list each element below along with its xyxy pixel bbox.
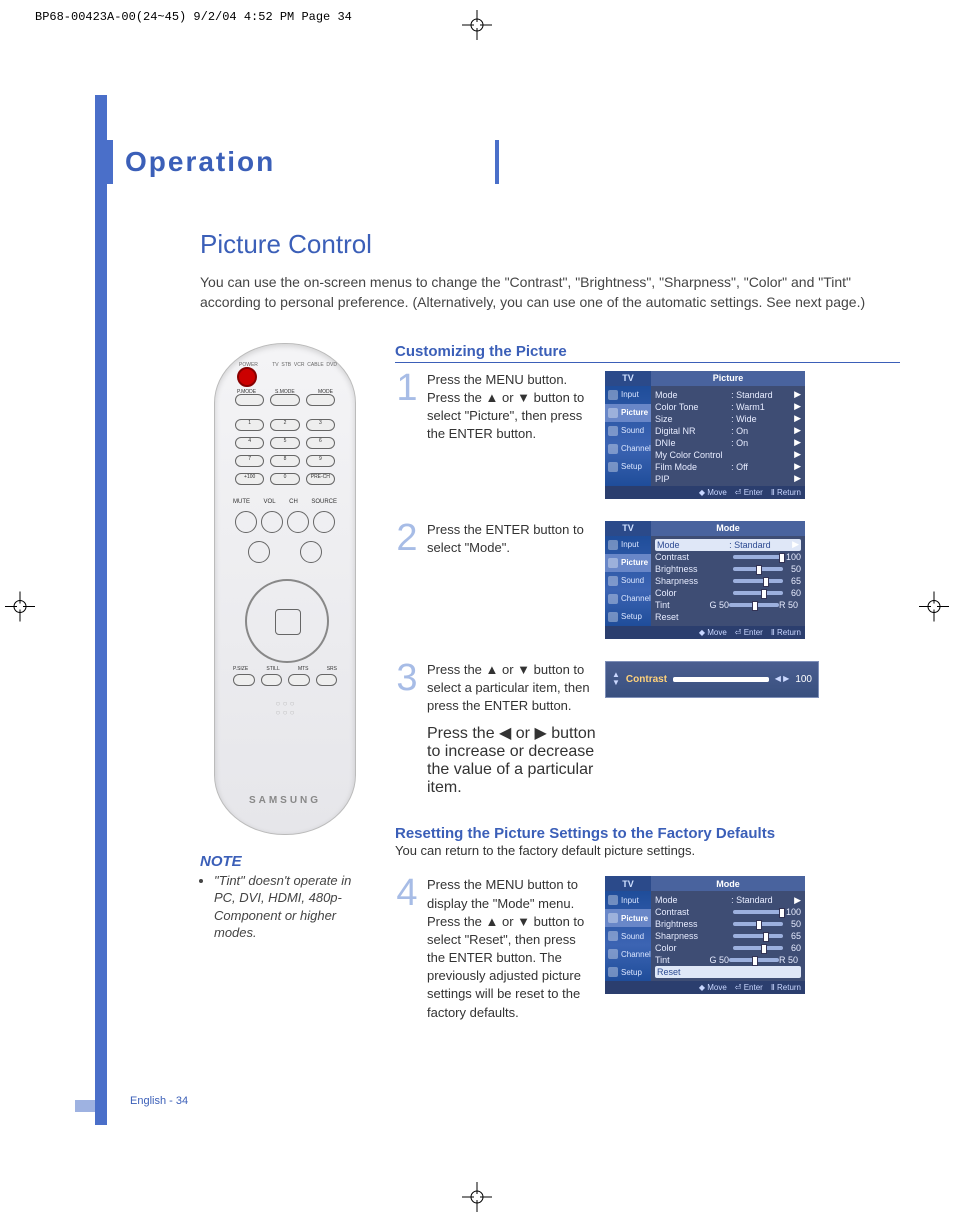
step-number: 1 [395,371,419,405]
remote-column: TV STB VCR CABLE DVD POWER P.MODE S.MODE… [200,343,370,1044]
reset-intro: You can return to the factory default pi… [395,842,900,860]
content-area: Operation Picture Control You can use th… [105,85,895,1044]
brand-label: SAMSUNG [215,795,355,806]
step-text: Press the ▲ or ▼ button to select a part… [427,661,597,716]
subsection-title: Customizing the Picture [395,343,900,363]
step-4: 4 Press the MENU button to display the "… [395,876,900,1022]
crop-mark-icon [5,591,35,626]
step-text: Press the ENTER button to select "Mode". [427,521,597,557]
page-footer: English - 34 [130,1095,188,1107]
page-tab-marker [75,1100,95,1112]
step-1: 1 Press the MENU button. Press the ▲ or … [395,371,900,499]
step-number: 2 [395,521,419,555]
osd-screenshot-1: TVPicture Input Picture Sound Channel Se… [605,371,900,499]
manual-page: BP68-00423A-00(24~45) 9/2/04 4:52 PM Pag… [0,0,954,1217]
step-number: 4 [395,876,419,910]
osd-screenshot-2: TVMode Input Picture Sound Channel Setup… [605,521,900,639]
crop-mark-icon [462,10,492,40]
osd-screenshot-4: TVMode Input Picture Sound Channel Setup… [605,876,900,994]
intro-text: You can use the on-screen menus to chang… [200,272,890,313]
note-title: NOTE [200,853,370,870]
steps-column: Customizing the Picture 1 Press the MENU… [395,343,900,1044]
step-text-extra: Press the ◀ or ▶ button to increase or d… [427,723,597,797]
note-block: NOTE "Tint" doesn't operate in PC, DVI, … [200,853,370,942]
section-title: Operation [115,140,499,184]
dpad-icon [245,579,325,659]
print-header: BP68-00423A-00(24~45) 9/2/04 4:52 PM Pag… [35,10,352,24]
step-2: 2 Press the ENTER button to select "Mode… [395,521,900,639]
crop-mark-icon [919,591,949,626]
note-text: "Tint" doesn't operate in PC, DVI, HDMI,… [214,872,370,942]
step-text: Press the MENU button. Press the ▲ or ▼ … [427,371,597,444]
step-number: 3 [395,661,419,695]
page-title: Picture Control [200,229,895,260]
step-3: 3 Press the ▲ or ▼ button to select a pa… [395,661,900,716]
step-text: Press the MENU button to display the "Mo… [427,876,597,1022]
crop-mark-icon [462,1182,492,1212]
power-button-icon [237,367,257,387]
osd-screenshot-3: ▲▼ Contrast ◀ ▶ 100 [605,661,900,698]
section-header: Operation [105,140,895,184]
remote-illustration: TV STB VCR CABLE DVD POWER P.MODE S.MODE… [214,343,356,835]
subsection-title-reset: Resetting the Picture Settings to the Fa… [395,825,900,842]
